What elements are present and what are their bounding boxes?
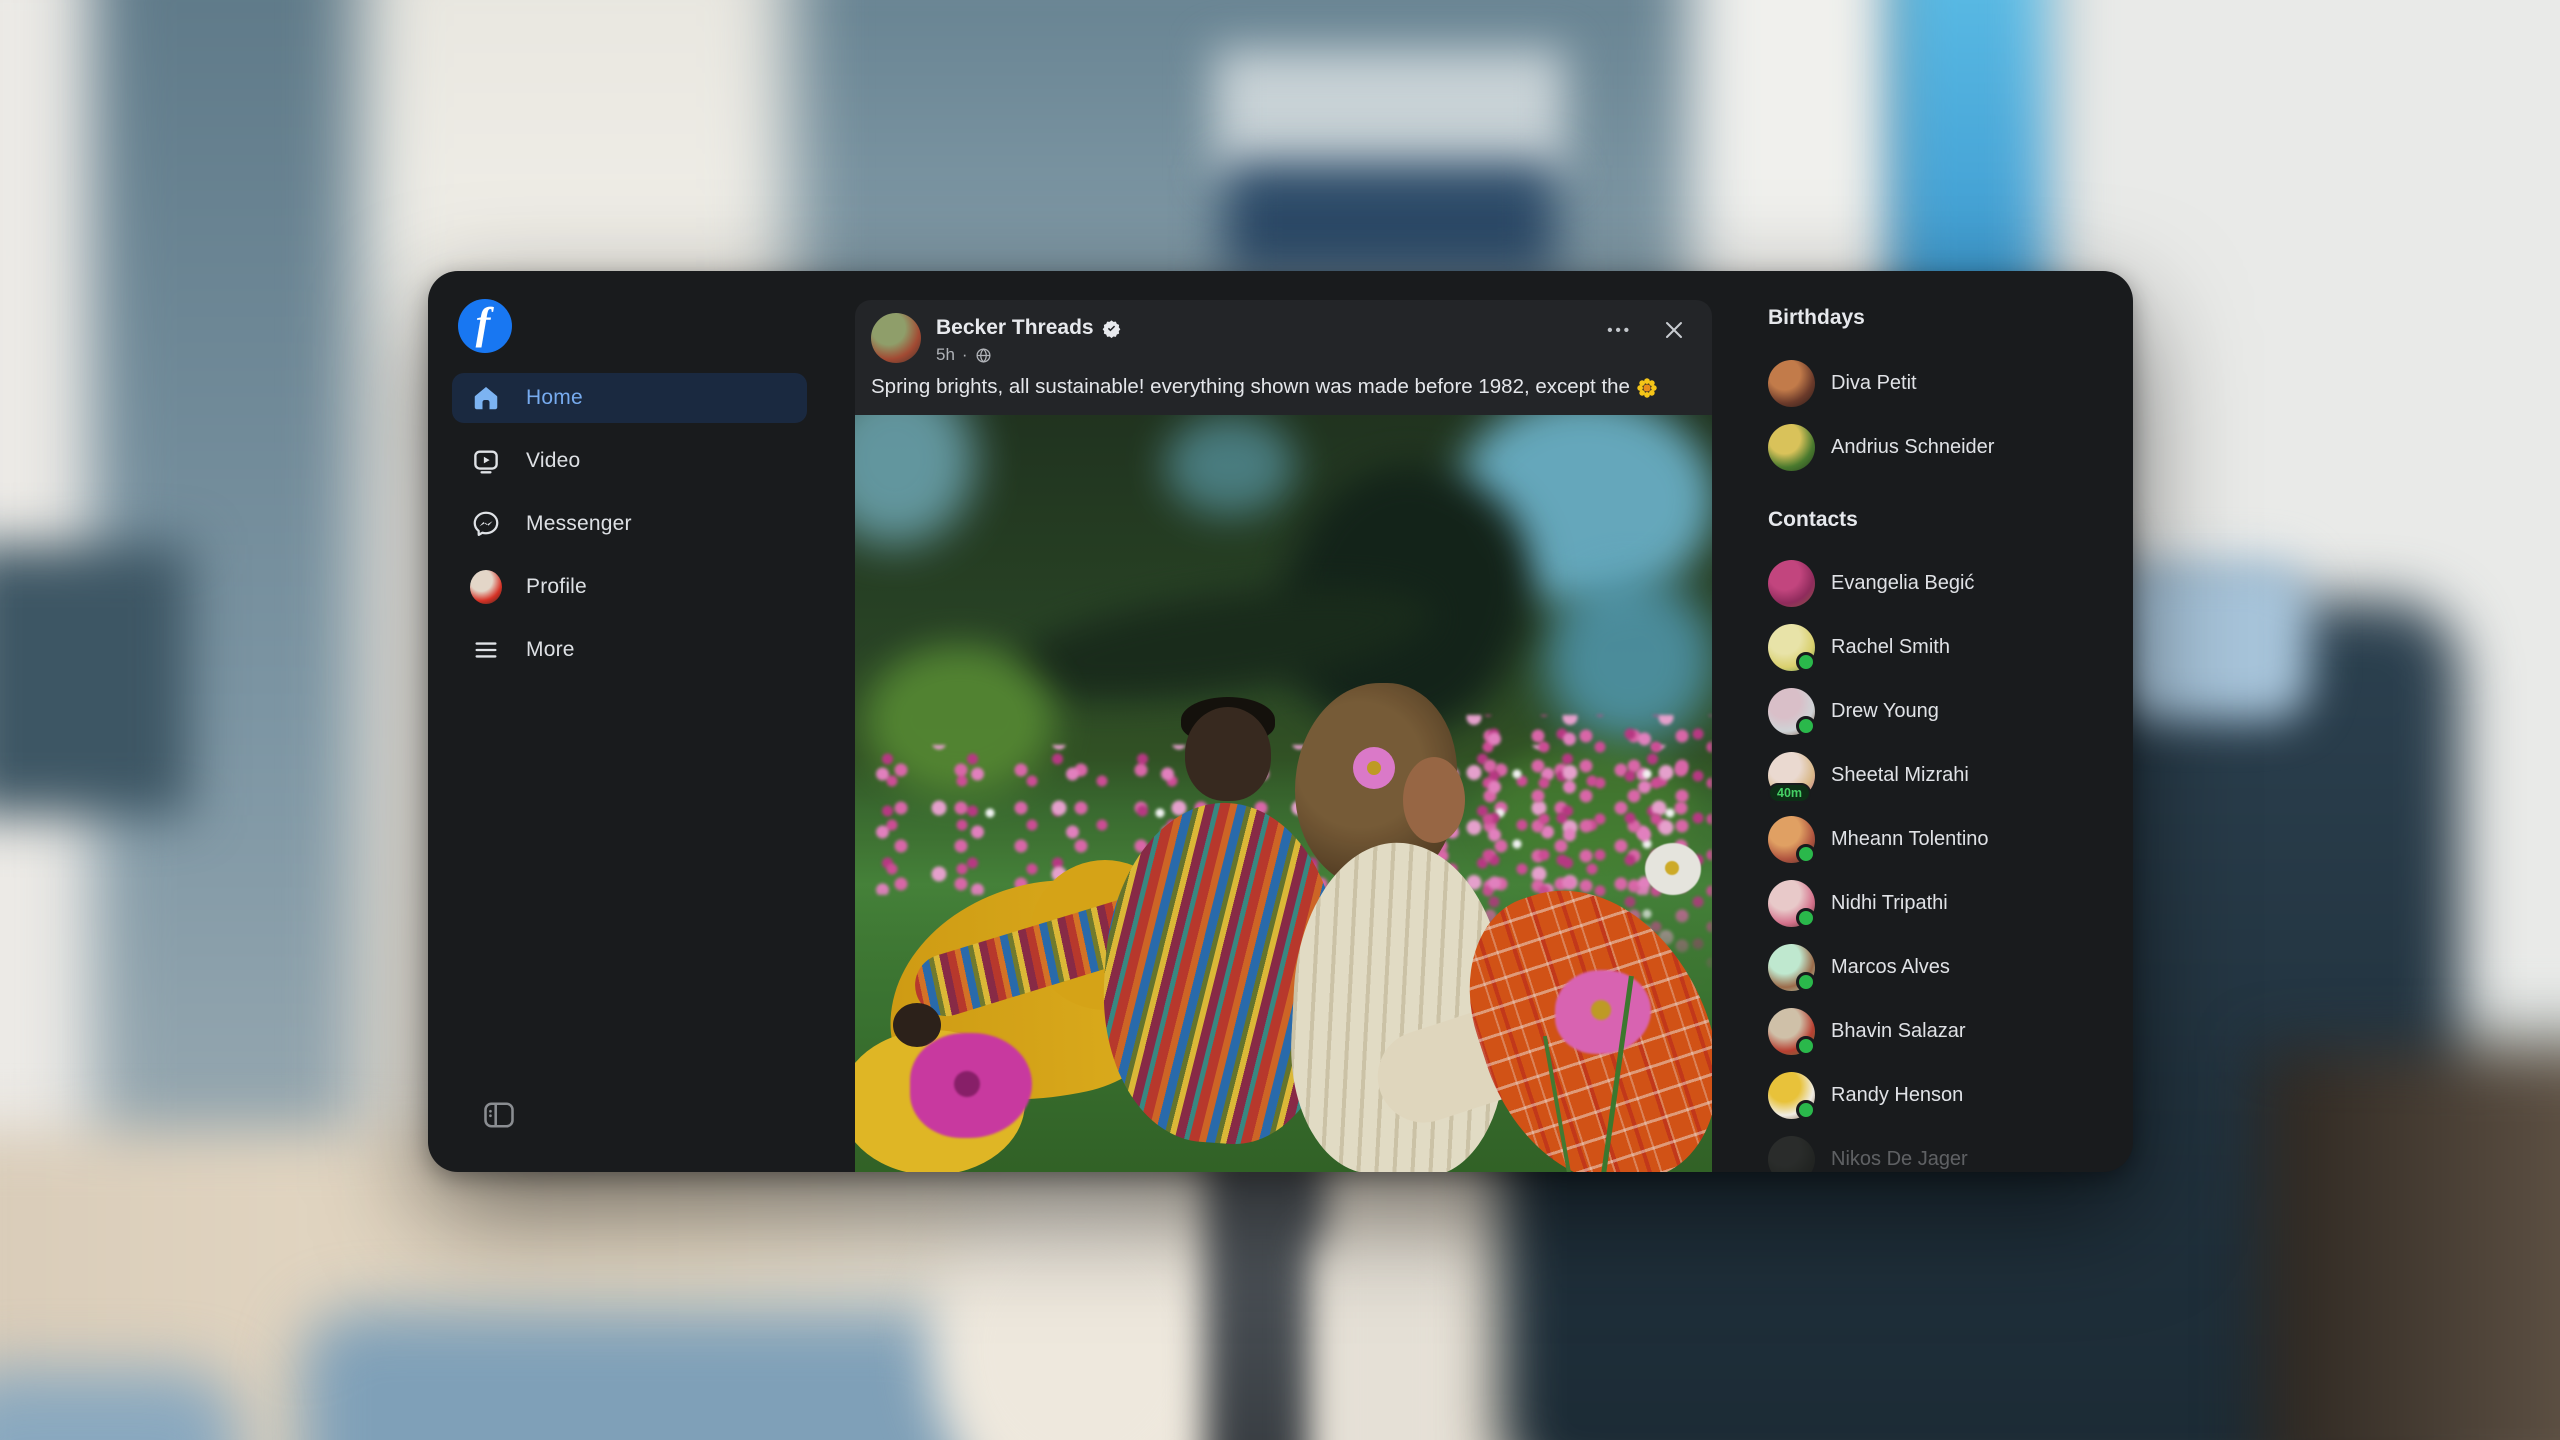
- contact-item[interactable]: Nikos De Jager: [1768, 1127, 2133, 1172]
- facebook-logo[interactable]: f: [458, 299, 512, 353]
- contact-item[interactable]: Drew Young: [1768, 679, 2133, 743]
- close-post-button[interactable]: [1660, 316, 1688, 344]
- birthday-item[interactable]: Diva Petit: [1768, 351, 2133, 415]
- online-status-dot: [1796, 652, 1816, 672]
- sidebar-item-video[interactable]: Video: [452, 436, 807, 486]
- online-status-dot: [1796, 716, 1816, 736]
- avatar: 40m: [1768, 752, 1815, 799]
- post-card: Becker Threads 5h ·: [855, 300, 1712, 1172]
- separator: ·: [962, 345, 968, 365]
- sidebar-toggle-button[interactable]: [481, 1097, 517, 1133]
- home-icon: [470, 382, 502, 414]
- last-active-badge: 40m: [1768, 783, 1811, 803]
- person-name: Nidhi Tripathi: [1831, 892, 1948, 915]
- avatar: [1768, 944, 1815, 991]
- profile-avatar: [470, 571, 502, 603]
- person-name: Drew Young: [1831, 700, 1939, 723]
- sidebar-item-label: Messenger: [526, 512, 632, 536]
- person-name: Randy Henson: [1831, 1084, 1963, 1107]
- verified-badge-icon: [1102, 319, 1121, 338]
- avatar: [1768, 688, 1815, 735]
- messenger-icon: [470, 508, 502, 540]
- sidebar-item-label: More: [526, 638, 575, 662]
- avatar: [1768, 880, 1815, 927]
- post-author-name[interactable]: Becker Threads: [936, 316, 1094, 340]
- avatar: [1768, 816, 1815, 863]
- online-status-dot: [1796, 844, 1816, 864]
- post-text: Spring brights, all sustainable! everyth…: [855, 365, 1712, 399]
- online-status-dot: [1796, 1036, 1816, 1056]
- post-author-avatar[interactable]: [871, 313, 921, 363]
- globe-audience-icon: [975, 347, 992, 364]
- sidebar-item-more[interactable]: More: [452, 625, 807, 675]
- sidebar-item-messenger[interactable]: Messenger: [452, 499, 807, 549]
- contact-item[interactable]: Marcos Alves: [1768, 935, 2133, 999]
- avatar: [1768, 1136, 1815, 1173]
- hamburger-menu-icon: [470, 634, 502, 666]
- right-rail: Birthdays Diva Petit Andrius Schneider C…: [1768, 271, 2133, 1172]
- contact-list: Evangelia Begić Rachel Smith Drew Young …: [1768, 551, 2133, 1172]
- contact-item[interactable]: Bhavin Salazar: [1768, 999, 2133, 1063]
- person-name: Marcos Alves: [1831, 956, 1950, 979]
- contact-item[interactable]: Randy Henson: [1768, 1063, 2133, 1127]
- birthday-list: Diva Petit Andrius Schneider: [1768, 351, 2133, 479]
- post-header: Becker Threads 5h ·: [855, 300, 1712, 365]
- avatar: [1768, 1072, 1815, 1119]
- post-time: 5h: [936, 345, 955, 365]
- birthdays-heading: Birthdays: [1768, 301, 2133, 335]
- person-name: Nikos De Jager: [1831, 1148, 1968, 1171]
- avatar: [1768, 560, 1815, 607]
- contact-item[interactable]: Nidhi Tripathi: [1768, 871, 2133, 935]
- sidebar-item-label: Video: [526, 449, 580, 473]
- person-name: Mheann Tolentino: [1831, 828, 1989, 851]
- avatar: [1768, 424, 1815, 471]
- sidebar: f Home Video: [428, 271, 856, 1172]
- sidebar-item-home[interactable]: Home: [452, 373, 807, 423]
- more-options-button[interactable]: •••: [1603, 318, 1636, 343]
- video-icon: [470, 445, 502, 477]
- contacts-heading: Contacts: [1768, 503, 2133, 537]
- online-status-dot: [1796, 972, 1816, 992]
- contact-item[interactable]: 40m Sheetal Mizrahi: [1768, 743, 2133, 807]
- person-name: Rachel Smith: [1831, 636, 1950, 659]
- person-name: Sheetal Mizrahi: [1831, 764, 1969, 787]
- post-photo[interactable]: [855, 415, 1712, 1172]
- person-name: Andrius Schneider: [1831, 436, 1994, 459]
- contact-item[interactable]: Evangelia Begić: [1768, 551, 2133, 615]
- avatar: [1768, 360, 1815, 407]
- sidebar-nav: Home Video: [452, 373, 807, 688]
- avatar: [1768, 1008, 1815, 1055]
- sidebar-item-label: Profile: [526, 575, 587, 599]
- birthday-item[interactable]: Andrius Schneider: [1768, 415, 2133, 479]
- avatar: [1768, 624, 1815, 671]
- blossom-emoji-icon: [1636, 377, 1658, 399]
- facebook-window: f Home Video: [428, 271, 2133, 1172]
- sidebar-item-label: Home: [526, 386, 583, 410]
- sidebar-item-profile[interactable]: Profile: [452, 562, 807, 612]
- online-status-dot: [1796, 1100, 1816, 1120]
- person-name: Diva Petit: [1831, 372, 1917, 395]
- person-name: Evangelia Begić: [1831, 572, 1974, 595]
- online-status-dot: [1796, 908, 1816, 928]
- person-name: Bhavin Salazar: [1831, 1020, 1966, 1043]
- contact-item[interactable]: Rachel Smith: [1768, 615, 2133, 679]
- contact-item[interactable]: Mheann Tolentino: [1768, 807, 2133, 871]
